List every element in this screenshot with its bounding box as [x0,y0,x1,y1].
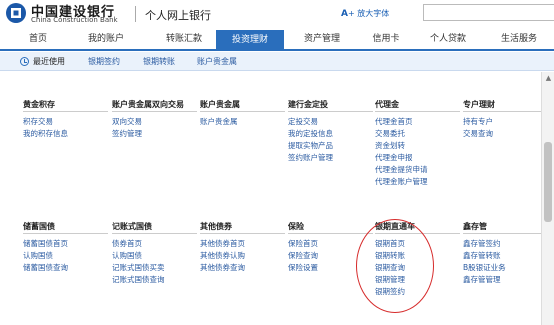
category-link[interactable]: 双向交易 [112,116,197,128]
category-title: 记账式国债 [112,221,197,234]
category-link[interactable]: 认购国债 [112,250,197,262]
category-link[interactable]: 鑫存管转账 [463,250,548,262]
nav-item-3[interactable]: 投资理财 [216,30,284,51]
category-title: 账户贵金属 [200,99,285,112]
category-title: 银期直通车 [375,221,460,234]
category-title: 建行金定投 [288,99,373,112]
category-link[interactable]: 银期查询 [375,262,460,274]
category-link[interactable]: 交易委托 [375,128,460,140]
category-link[interactable]: 其他债券首页 [200,238,285,250]
category-link[interactable]: 保险设置 [288,262,373,274]
category-link[interactable]: 提取实物产品 [288,140,373,152]
category-title: 代理金 [375,99,460,112]
header: 中国建设银行 China Construction Bank 个人网上银行 A+… [0,0,554,30]
search-input[interactable] [423,4,554,21]
category-link[interactable]: 保险查询 [288,250,373,262]
category-link[interactable]: 定投交易 [288,116,373,128]
category-link[interactable]: 记账式国债买卖 [112,262,197,274]
category-link[interactable]: 代理金提货申请 [375,164,460,176]
category-link[interactable]: 签约账户管理 [288,152,373,164]
nav-item-0[interactable]: 首页 [15,30,61,49]
nav-item-1[interactable]: 我的账户 [74,30,138,49]
category-link[interactable]: 债券首页 [112,238,197,250]
category-link[interactable]: 代理金首页 [375,116,460,128]
sub-nav: 最近使用 银期签约 银期转账 账户贵金属 [0,52,554,71]
brand-name-en: China Construction Bank [31,16,118,24]
category-11: 鑫存管鑫存管签约 鑫存管转账 B股银证业务 鑫存管管理 [463,221,548,286]
category-link[interactable]: B股银证业务 [463,262,548,274]
category-link[interactable]: 鑫存管管理 [463,274,548,286]
subnav-item-3[interactable]: 账户贵金属 [197,52,237,71]
category-title: 鑫存管 [463,221,548,234]
nav-item-5[interactable]: 信用卡 [358,30,414,49]
category-link[interactable]: 银期转账 [375,250,460,262]
category-4: 代理金代理金首页 交易委托 资金划转 代理金申报 代理金提货申请 代理金账户管理 [375,99,460,188]
category-title: 其他债券 [200,221,285,234]
main-nav: 首页 我的账户 转账汇款 投资理财 资产管理 信用卡 个人贷款 生活服务 [0,30,554,51]
subnav-item-0[interactable]: 最近使用 [33,52,65,71]
category-9: 保险保险首页 保险查询 保险设置 [288,221,373,274]
nav-item-6[interactable]: 个人贷款 [416,30,480,49]
category-0: 黄金积存积存交易 我的积存信息 [23,99,108,140]
category-link[interactable]: 储蓄国债查询 [23,262,108,274]
category-link[interactable]: 我的积存信息 [23,128,108,140]
category-link[interactable]: 代理金申报 [375,152,460,164]
category-link[interactable]: 签约管理 [112,128,197,140]
category-title: 账户贵金属双向交易 [112,99,197,112]
category-title: 储蓄国债 [23,221,108,234]
category-10: 银期直通车银期首页 银期转账 银期查询 银期管理 银期签约 [375,221,460,298]
category-3: 建行金定投定投交易 我的定投信息 提取实物产品 签约账户管理 [288,99,373,164]
ccb-logo-icon [6,3,26,23]
category-7: 记账式国债债券首页 认购国债 记账式国债买卖 记账式国债查询 [112,221,197,286]
category-link[interactable]: 交易查询 [463,128,548,140]
category-link[interactable]: 代理金账户管理 [375,176,460,188]
category-6: 储蓄国债储蓄国债首页 认购国债 储蓄国债查询 [23,221,108,274]
category-link[interactable]: 我的定投信息 [288,128,373,140]
category-title: 黄金积存 [23,99,108,112]
scrollbar-thumb[interactable] [544,142,552,222]
category-5: 专户理财持有专户 交易查询 [463,99,548,140]
nav-item-7[interactable]: 生活服务 [484,30,554,49]
font-size-icon: A [341,9,348,19]
enlarge-font-label: 放大字体 [357,9,390,18]
category-link[interactable]: 鑫存管签约 [463,238,548,250]
category-link[interactable]: 资金划转 [375,140,460,152]
scroll-up-icon[interactable]: ▲ [544,74,553,83]
category-link[interactable]: 银期管理 [375,274,460,286]
category-8: 其他债券其他债券首页 其他债券认购 其他债券查询 [200,221,285,274]
clock-icon [20,57,29,66]
enlarge-font-button[interactable]: A+ 放大字体 [341,8,389,19]
category-link[interactable]: 持有专户 [463,116,548,128]
category-link[interactable]: 积存交易 [23,116,108,128]
category-link[interactable]: 其他债券查询 [200,262,285,274]
category-1: 账户贵金属双向交易 双向交易 签约管理 [112,99,197,140]
subnav-item-1[interactable]: 银期签约 [88,52,120,71]
category-link[interactable]: 认购国债 [23,250,108,262]
category-2: 账户贵金属 账户贵金属 [200,99,285,128]
nav-item-4[interactable]: 资产管理 [290,30,354,49]
site-subtitle: 个人网上银行 [145,9,211,22]
category-title: 专户理财 [463,99,548,112]
ccb-personal-banking-page: 中国建设银行 China Construction Bank 个人网上银行 A+… [0,0,554,325]
category-link[interactable]: 其他债券认购 [200,250,285,262]
category-link[interactable]: 保险首页 [288,238,373,250]
header-divider [135,6,136,22]
category-link[interactable]: 储蓄国债首页 [23,238,108,250]
category-link[interactable]: 银期首页 [375,238,460,250]
nav-item-2[interactable]: 转账汇款 [152,30,216,49]
category-link[interactable]: 银期签约 [375,286,460,298]
scrollbar[interactable]: ▲ [541,72,554,325]
category-link[interactable]: 记账式国债查询 [112,274,197,286]
category-link[interactable]: 账户贵金属 [200,116,285,128]
category-title: 保险 [288,221,373,234]
menu-content: 黄金积存 积存交易 我的积存信息 账户贵金属双向交易 双向交易 签约管理 账户贵金属 账户贵金… [0,72,548,325]
subnav-item-2[interactable]: 银期转账 [143,52,175,71]
